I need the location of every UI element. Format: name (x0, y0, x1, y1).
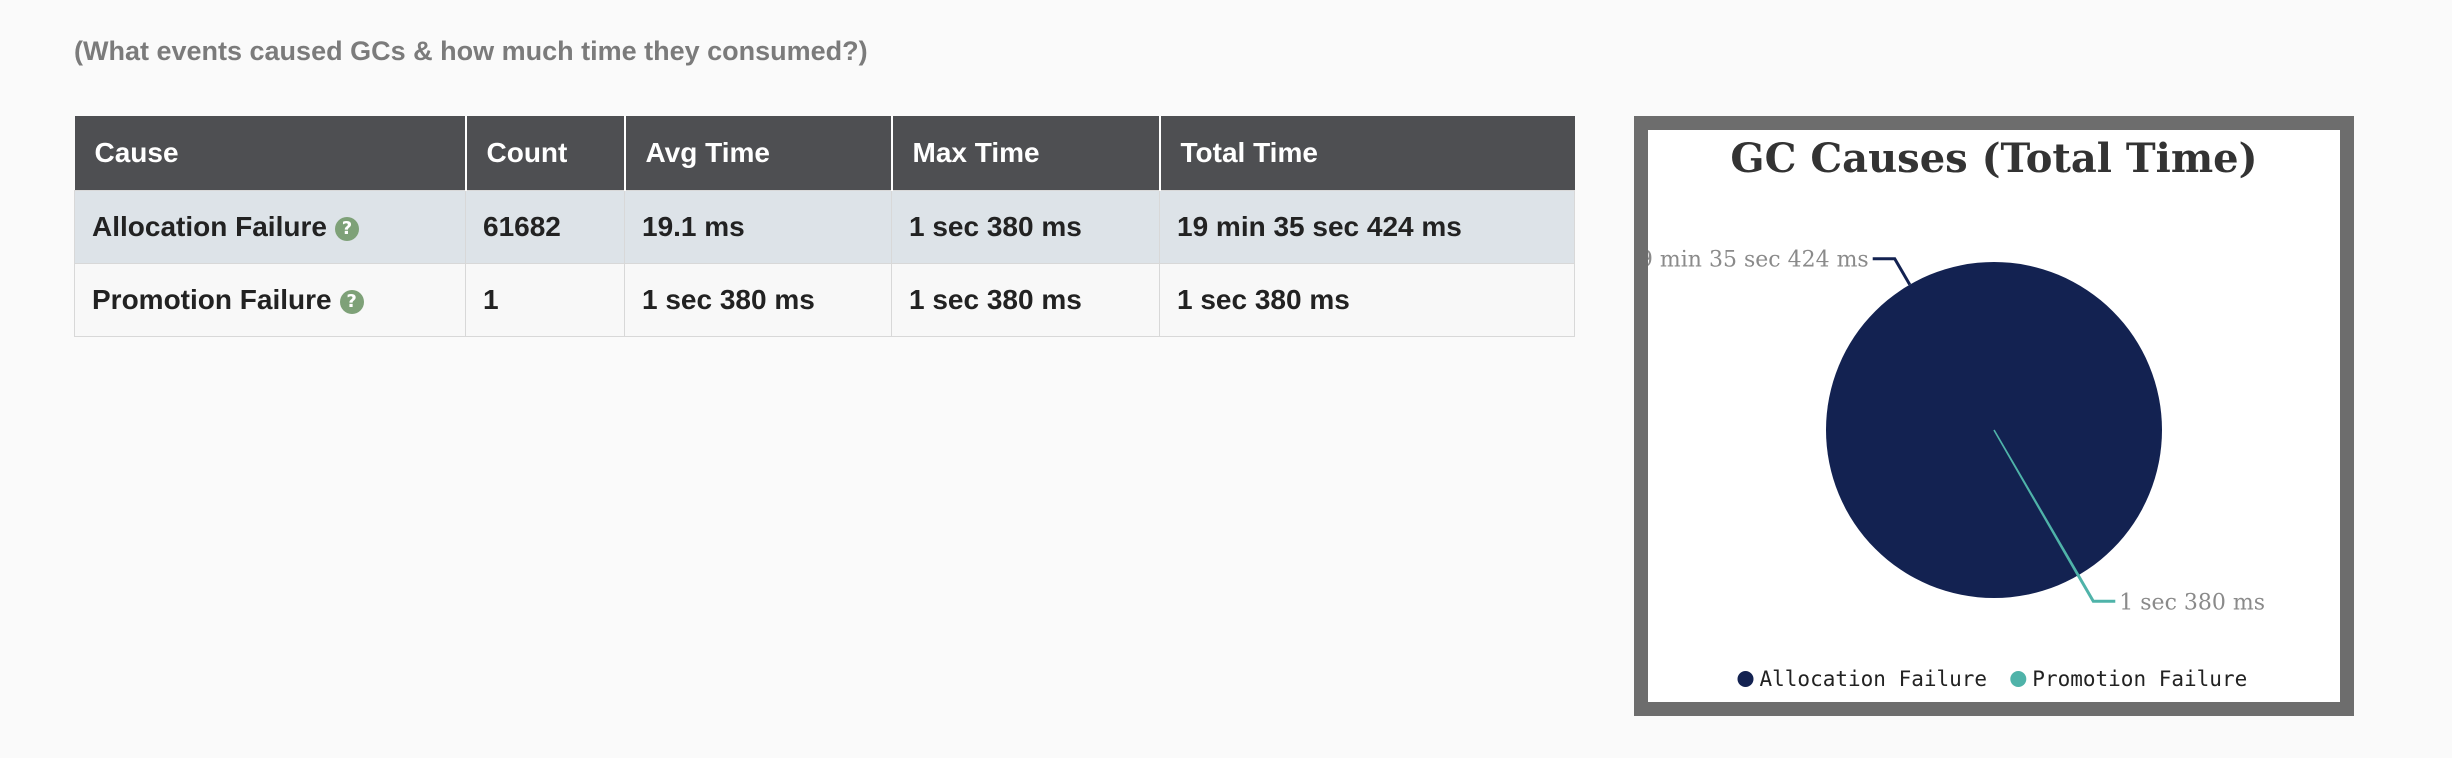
column-header-avg-time: Avg Time (624, 116, 893, 190)
table-row: Promotion Failure? 1 1 sec 380 ms 1 sec … (74, 262, 1575, 337)
total-time-cell: 19 min 35 sec 424 ms (1159, 189, 1575, 264)
chart-legend: Allocation Failure Promotion Failure (1737, 667, 2247, 691)
count-cell: 1 (465, 262, 625, 337)
help-icon[interactable]: ? (334, 216, 359, 241)
legend-item-allocation-failure[interactable]: Allocation Failure (1737, 667, 1988, 691)
cause-cell: Allocation Failure? (74, 189, 466, 264)
avg-time-cell: 1 sec 380 ms (624, 262, 892, 337)
column-header-cause: Cause (74, 116, 467, 190)
connector-line (2076, 574, 2116, 603)
connector-line (1872, 257, 1912, 286)
table-row: Allocation Failure? 61682 19.1 ms 1 sec … (74, 189, 1575, 264)
legend-item-promotion-failure[interactable]: Promotion Failure (2010, 667, 2247, 691)
total-time-cell: 1 sec 380 ms (1159, 262, 1575, 337)
legend-marker (2010, 671, 2027, 687)
cause-cell: Promotion Failure? (74, 262, 466, 337)
data-label: 1 sec 380 ms (2119, 590, 2265, 615)
max-time-cell: 1 sec 380 ms (891, 189, 1160, 264)
column-header-max-time: Max Time (891, 116, 1161, 190)
column-header-total-time: Total Time (1159, 116, 1575, 190)
pie-chart: GC Causes (Total Time) 19 min 35 sec 424… (1648, 135, 2265, 691)
avg-time-cell: 19.1 ms (624, 189, 892, 264)
section-subtitle: (What events caused GCs & how much time … (74, 36, 868, 66)
legend-marker (1737, 671, 1754, 687)
column-header-count: Count (465, 116, 626, 190)
cause-label: Allocation Failure (92, 210, 327, 242)
legend-label: Promotion Failure (2032, 667, 2247, 691)
pie-chart-panel: GC Causes (Total Time) 19 min 35 sec 424… (1634, 116, 2354, 716)
table-header-row: Cause Count Avg Time Max Time Total Time (74, 116, 1575, 190)
count-cell: 61682 (465, 189, 625, 264)
data-label: 19 min 35 sec 424 ms (1648, 248, 1869, 273)
help-icon[interactable]: ? (339, 289, 364, 314)
chart-title: GC Causes (Total Time) (1730, 135, 2257, 182)
pie-slices (1826, 262, 2162, 598)
cause-label: Promotion Failure (92, 283, 332, 315)
legend-label: Allocation Failure (1760, 667, 1988, 691)
gc-causes-table: Cause Count Avg Time Max Time Total Time… (74, 116, 1575, 337)
max-time-cell: 1 sec 380 ms (891, 262, 1160, 337)
